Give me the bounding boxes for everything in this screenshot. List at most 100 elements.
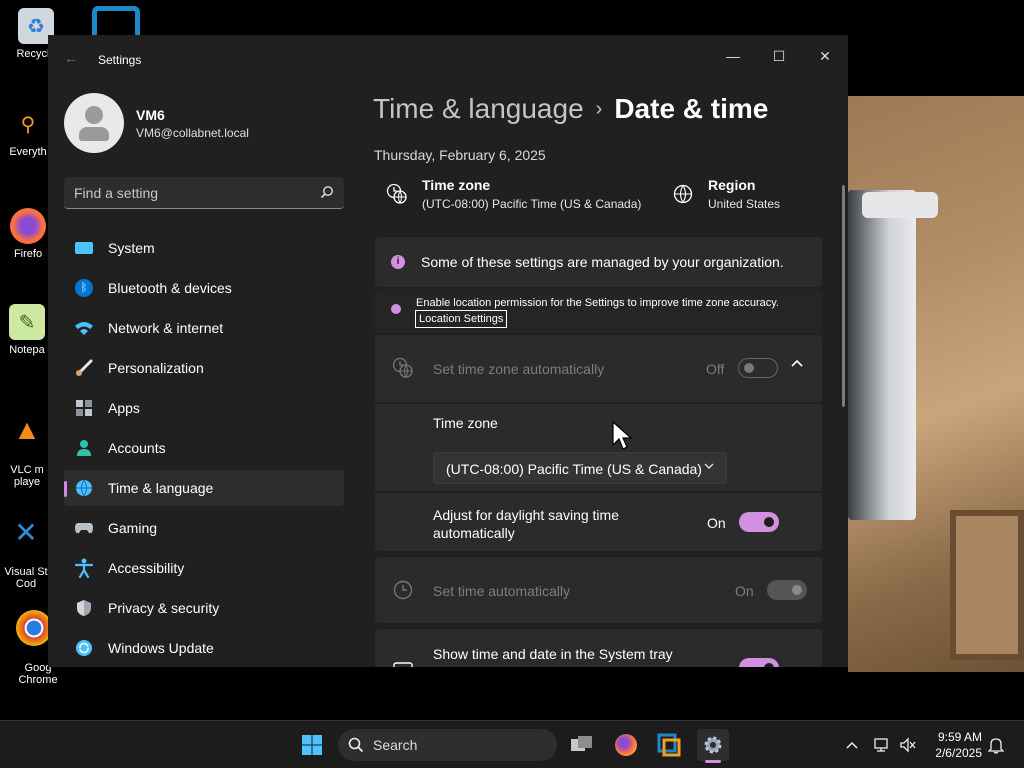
firefox-taskbar-button[interactable] <box>610 729 642 761</box>
sidebar-item-time-language[interactable]: Time & language <box>64 470 344 506</box>
back-arrow-icon[interactable]: ← <box>64 50 78 66</box>
globe-clock-icon <box>386 183 407 204</box>
timezone-row: Time zone (UTC-08:00) Pacific Time (US &… <box>375 404 822 491</box>
dst-toggle[interactable] <box>739 512 779 532</box>
sidebar-item-label: Windows Update <box>108 640 214 656</box>
tray-toggle[interactable] <box>739 658 779 667</box>
volume-muted-icon[interactable] <box>898 735 918 755</box>
shield-icon <box>74 598 94 618</box>
avatar-head <box>85 106 103 124</box>
chevron-up-icon[interactable] <box>790 357 804 371</box>
auto-time-label: Set time automatically <box>433 583 570 599</box>
dst-label: Adjust for daylight saving time automati… <box>433 507 619 541</box>
taskbar: Search 9:59 AM 2/6/2025 <box>0 720 1024 768</box>
mouse-cursor-icon <box>612 421 633 450</box>
timezone-selected: (UTC-08:00) Pacific Time (US & Canada) <box>446 461 702 477</box>
apps-icon <box>74 398 94 418</box>
settings-taskbar-button[interactable] <box>697 729 729 763</box>
auto-time-row: Set time automatically On <box>375 557 822 623</box>
auto-timezone-row[interactable]: Set time zone automatically Off <box>375 335 822 402</box>
region-title: Region <box>708 177 756 193</box>
chevron-down-icon <box>704 462 714 473</box>
virtualbox-desktop-icon[interactable] <box>92 6 140 36</box>
info-icon <box>391 304 401 314</box>
brush-icon <box>74 358 94 378</box>
sidebar-item-accounts[interactable]: Accounts <box>64 430 344 466</box>
sidebar-item-label: Gaming <box>108 520 158 536</box>
sidebar-item-label: Apps <box>108 400 140 416</box>
timezone-label: Time zone <box>433 415 498 431</box>
region-value: United States <box>708 197 781 211</box>
desktop-icon-vlc[interactable]: ▲ VLC m playe <box>6 400 48 500</box>
taskbar-search[interactable]: Search <box>338 729 557 761</box>
location-notice-text: Enable location permission for the Setti… <box>416 297 779 309</box>
search-box[interactable] <box>64 177 344 209</box>
sidebar-item-personalization[interactable]: Personalization <box>64 350 344 386</box>
managed-notice: i Some of these settings are managed by … <box>375 237 822 287</box>
minimize-button[interactable]: — <box>710 40 756 72</box>
auto-time-toggle[interactable] <box>767 580 807 600</box>
update-icon <box>74 638 94 658</box>
tray-icon <box>393 662 413 667</box>
notification-bell-icon[interactable] <box>986 735 1006 755</box>
network-icon[interactable] <box>873 735 893 755</box>
desktop-icon-vscode[interactable]: ✕ Visual St Cod <box>4 502 48 602</box>
avatar <box>64 93 124 153</box>
accessibility-icon <box>74 558 94 578</box>
sidebar-item-bluetooth[interactable]: ᛒ Bluetooth & devices <box>64 270 344 306</box>
wallpaper-device <box>848 190 916 520</box>
location-notice: Enable location permission for the Setti… <box>375 289 822 333</box>
close-button[interactable]: ✕ <box>802 40 848 72</box>
sidebar-item-gaming[interactable]: Gaming <box>64 510 344 546</box>
auto-timezone-state: Off <box>706 361 725 377</box>
auto-timezone-toggle[interactable] <box>738 358 778 378</box>
scrollbar[interactable] <box>842 185 845 407</box>
search-icon <box>348 737 364 753</box>
page-title: Date & time <box>614 93 769 124</box>
desktop-icon-everything[interactable]: ⚲ Everyth <box>8 106 48 159</box>
sidebar-item-privacy[interactable]: Privacy & security <box>64 590 344 626</box>
firefox-icon <box>615 734 637 756</box>
dst-row: Adjust for daylight saving time automati… <box>375 493 822 551</box>
info-icon: i <box>391 255 405 269</box>
system-clock[interactable]: 9:59 AM 2/6/2025 <box>920 729 982 761</box>
start-button[interactable] <box>296 729 328 761</box>
sidebar-item-accessibility[interactable]: Accessibility <box>64 550 344 586</box>
task-view-button[interactable] <box>566 729 598 761</box>
timezone-dropdown[interactable]: (UTC-08:00) Pacific Time (US & Canada) <box>433 452 727 484</box>
maximize-button[interactable]: ☐ <box>756 40 802 72</box>
sidebar-item-label: System <box>108 240 155 256</box>
breadcrumb-parent[interactable]: Time & language <box>373 93 584 124</box>
desktop-icon-firefox[interactable]: Firefo <box>8 208 48 260</box>
dst-state: On <box>707 515 726 531</box>
auto-timezone-label: Set time zone automatically <box>433 361 605 377</box>
sidebar-item-label: Time & language <box>108 480 214 496</box>
desktop-icon-notepad[interactable]: ✎ Notepa <box>6 304 48 356</box>
globe-clock-icon <box>74 478 94 498</box>
sidebar-item-network[interactable]: Network & internet <box>64 310 344 346</box>
sidebar-item-apps[interactable]: Apps <box>64 390 344 426</box>
virtualbox-taskbar-button[interactable] <box>653 729 685 761</box>
settings-window: ← Settings — ☐ ✕ VM6 VM6@collabnet.local… <box>48 35 848 667</box>
search-input[interactable] <box>74 184 304 202</box>
system-icon <box>74 238 94 258</box>
taskbar-search-label: Search <box>373 737 418 753</box>
wallpaper-box <box>950 510 1024 660</box>
user-email: VM6@collabnet.local <box>136 126 249 140</box>
everything-icon: ⚲ <box>20 113 36 136</box>
breadcrumb: Time & language › Date & time <box>373 93 768 125</box>
wifi-icon <box>74 318 94 338</box>
sidebar-item-windows-update[interactable]: Windows Update <box>64 630 344 666</box>
firefox-desktop-icon <box>10 208 46 244</box>
location-settings-link[interactable]: Location Settings <box>415 310 508 328</box>
auto-time-state: On <box>735 583 754 599</box>
chevron-up-icon[interactable] <box>842 735 862 755</box>
sidebar-nav: System ᛒ Bluetooth & devices Network & i… <box>64 230 344 667</box>
clock-time: 9:59 AM <box>937 730 982 744</box>
sidebar-item-system[interactable]: System <box>64 230 344 266</box>
windows-logo-icon <box>302 735 322 755</box>
breadcrumb-separator-icon: › <box>595 98 603 120</box>
vscode-icon: ✕ <box>14 516 38 548</box>
clock-icon <box>393 580 413 600</box>
notepad-icon: ✎ <box>9 304 45 340</box>
